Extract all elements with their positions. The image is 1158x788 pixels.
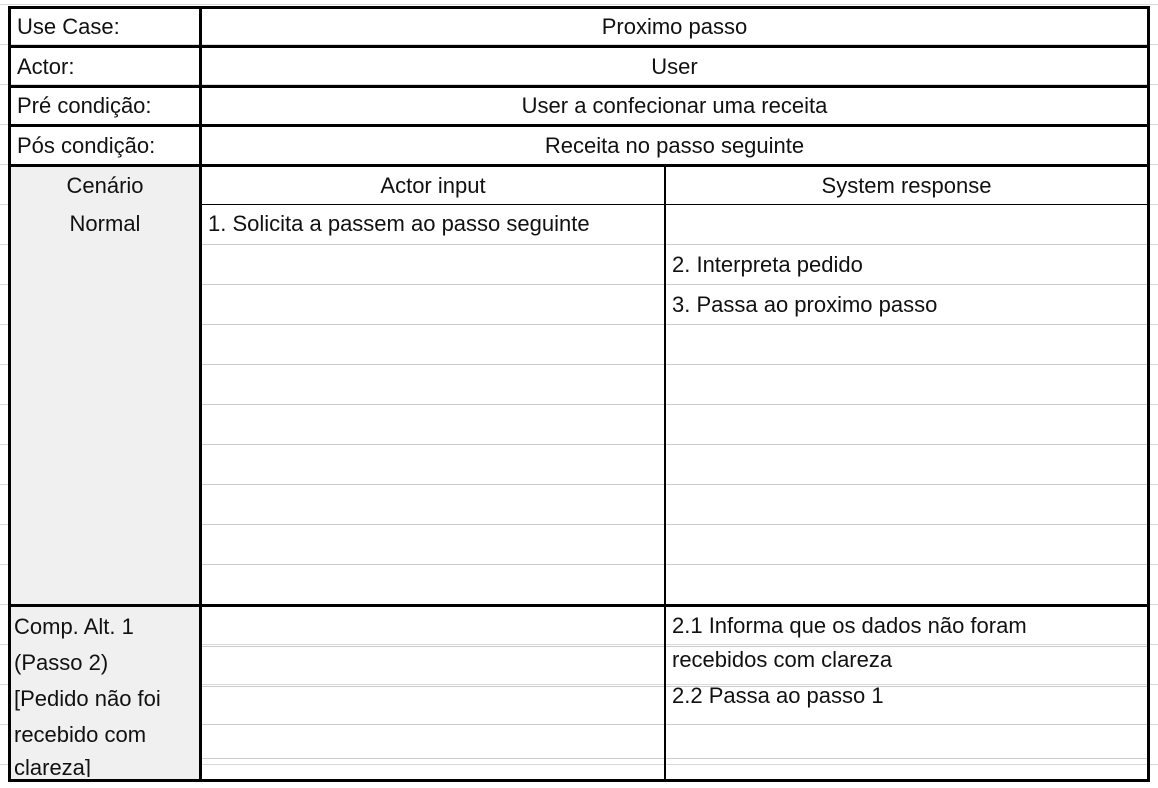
grid-line — [201, 244, 1150, 245]
system-step: recebidos com clareza — [672, 647, 893, 672]
alternative-label-line: Comp. Alt. 1 — [14, 614, 134, 639]
actor-input-header: Actor input — [380, 173, 486, 198]
grid-line — [201, 758, 1150, 759]
post-condition-label: Pós condição: — [17, 133, 156, 158]
scenario-label-line: Normal — [69, 211, 141, 236]
system-step: 2.1 Informa que os dados não foram — [672, 613, 1027, 638]
border — [8, 604, 1150, 607]
system-step: 2. Interpreta pedido — [672, 252, 863, 277]
use-case-label: Use Case: — [17, 14, 120, 39]
alternative-label-line: [Pedido não foi — [14, 686, 161, 711]
actor-step: 1. Solicita a passem ao passo seguinte — [208, 211, 590, 236]
alternative-label-line: (Passo 2) — [14, 650, 109, 675]
actor-label: Actor: — [17, 54, 75, 79]
alternative-label-line: clareza] — [14, 755, 92, 777]
grid-line — [201, 444, 1150, 445]
grid-line — [201, 524, 1150, 525]
alternative-label: Comp. Alt. 1 (Passo 2) [Pedido não foi r… — [11, 609, 199, 777]
system-step: 3. Passa ao proximo passo — [672, 292, 938, 317]
actor-value: User — [651, 54, 698, 79]
use-case-table: Use Case: Proximo passo Actor: User Pré … — [8, 6, 1150, 782]
grid-line — [201, 484, 1150, 485]
use-case-value: Proximo passo — [601, 14, 748, 39]
grid-line — [201, 404, 1150, 405]
grid-line — [201, 284, 1150, 285]
post-condition-value: Receita no passo seguinte — [544, 133, 805, 158]
grid-line — [201, 724, 1150, 725]
grid-line — [201, 364, 1150, 365]
system-step: 2.2 Passa ao passo 1 — [672, 683, 884, 708]
alternative-label-line: recebido com — [14, 722, 147, 747]
border — [8, 779, 1150, 782]
pre-condition-label: Pré condição: — [17, 93, 152, 118]
grid-line — [201, 564, 1150, 565]
scenario-label-line: Cenário — [66, 173, 144, 198]
pre-condition-value: User a confecionar uma receita — [521, 93, 828, 118]
system-response-header: System response — [821, 173, 992, 198]
grid-line — [201, 324, 1150, 325]
alternative-system-steps: 2.1 Informa que os dados não foram receb… — [666, 609, 1147, 715]
border — [1147, 6, 1150, 782]
scenario-label: Cenário Normal — [11, 167, 199, 243]
